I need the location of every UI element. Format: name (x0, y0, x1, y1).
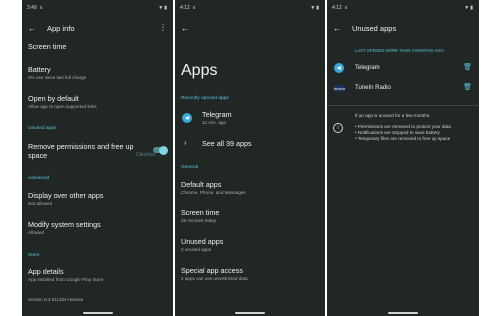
unused-app-tunein[interactable]: TuneIn Radio (355, 84, 473, 93)
special-app-access-item[interactable]: Special app access 2 apps can use unrest… (181, 266, 319, 282)
info-notifications: • Notifications are stopped to save batt… (355, 130, 440, 135)
telegram-icon (182, 113, 192, 123)
item-title: Open by default (28, 94, 79, 103)
separator (327, 105, 479, 106)
chevron-right-icon: › (184, 140, 187, 147)
info-permissions: • Permissions are removed to protect you… (355, 124, 451, 129)
item-subtitle: App installed from Google Play Store (28, 276, 104, 282)
item-subtitle: Allow app to open supported links (28, 103, 97, 109)
telegram-icon (334, 63, 344, 73)
display-over-item[interactable]: Display over other apps Not allowed (28, 191, 167, 207)
page-title: Unused apps (352, 24, 397, 33)
item-title: Unused apps (181, 237, 224, 246)
screen-time-item[interactable]: Screen time 26 minutes today (181, 208, 319, 224)
status-time: 4:12 (332, 5, 342, 11)
modify-settings-item[interactable]: Modify system settings Allowed (28, 220, 167, 236)
watermark: Ctechies (136, 152, 156, 158)
back-arrow-icon[interactable]: ← (28, 24, 36, 33)
info-intro: If an app is unused for a few months: (355, 113, 431, 118)
item-subtitle: 2 unused apps (181, 246, 212, 252)
info-temporary-files: • Temporary files are removed to free up… (355, 136, 451, 141)
wifi-battery-icon: ▼▮ (158, 5, 168, 11)
app-last-opened: 12 min. ago (202, 119, 227, 125)
app-details-item[interactable]: App details App installed from Google Pl… (28, 267, 167, 283)
version-text: version 6.3.611324-release (28, 297, 84, 302)
open-by-default-item[interactable]: Open by default Allow app to open suppor… (28, 94, 167, 110)
gesture-bar[interactable] (388, 312, 418, 314)
page-title: App info (47, 24, 75, 33)
item-subtitle: 2 apps can use unrestricted data (181, 275, 248, 281)
item-subtitle: Chrome, Phone, and Messages (181, 189, 246, 195)
section-general: General (181, 165, 199, 170)
section-advanced: Advanced (28, 176, 50, 181)
item-title: Modify system settings (28, 220, 101, 229)
screen-time-item[interactable]: Screen time (28, 42, 167, 52)
item-subtitle: Allowed (28, 229, 45, 235)
unused-app-telegram[interactable]: Telegram (355, 64, 473, 73)
app-name: Telegram (202, 110, 232, 119)
unused-apps-item[interactable]: Unused apps 2 unused apps (181, 237, 319, 253)
apps-screen: 4:12 5 ▼▮ ← Apps Recently opened apps Te… (175, 0, 325, 316)
tunein-icon: tunein (334, 85, 345, 92)
gesture-bar[interactable] (82, 312, 113, 314)
status-indicator: 5 (193, 5, 196, 10)
screenshot-composite: 3:49 5 ▼▮ ← App info ⋮ Screen time Batte… (0, 0, 499, 316)
status-indicator: 5 (345, 5, 348, 10)
status-bar: 4:12 5 ▼▮ (175, 0, 325, 16)
back-arrow-icon[interactable]: ← (333, 24, 341, 33)
see-all-label: See all 39 apps (202, 139, 252, 148)
more-options-icon[interactable]: ⋮ (159, 23, 167, 32)
default-apps-item[interactable]: Default apps Chrome, Phone, and Messages (181, 180, 319, 196)
item-subtitle: Not allowed (28, 200, 53, 206)
info-icon: i (333, 123, 343, 133)
status-bar: 3:49 5 ▼▮ (22, 0, 173, 16)
wifi-battery-icon: ▼▮ (464, 5, 474, 11)
app-info-screen: 3:49 5 ▼▮ ← App info ⋮ Screen time Batte… (22, 0, 173, 316)
item-title: Screen time (181, 208, 220, 217)
app-name: Telegram (355, 65, 380, 71)
status-time: 4:12 (180, 5, 190, 11)
item-title: Default apps (181, 180, 222, 189)
toggle-knob (159, 145, 168, 155)
item-title: Remove permissions and free up space (28, 142, 134, 160)
app-name: TuneIn Radio (355, 85, 391, 91)
battery-item[interactable]: Battery 0% use since last full charge (28, 65, 167, 81)
status-bar: 4:12 5 ▼▮ (327, 0, 479, 16)
status-time: 3:49 (27, 5, 37, 11)
section-recently-opened: Recently opened apps (181, 96, 229, 101)
delete-icon[interactable]: 🗑 (463, 63, 472, 71)
item-title: App details (28, 267, 64, 276)
see-all-apps-button[interactable]: See all 39 apps (202, 139, 319, 149)
recent-app-telegram[interactable]: Telegram 12 min. ago (202, 110, 319, 126)
item-title: Display over other apps (28, 191, 104, 200)
back-arrow-icon[interactable]: ← (181, 24, 189, 33)
item-subtitle: 26 minutes today (181, 217, 216, 223)
gesture-bar[interactable] (235, 312, 265, 314)
last-opened-header: LAST OPENED MORE THAN 3 MONTHS AGO (355, 48, 444, 53)
status-indicator: 5 (40, 5, 43, 10)
section-store: Store (28, 253, 40, 258)
item-title: Battery (28, 65, 51, 74)
unused-apps-screen: 4:12 5 ▼▮ ← Unused apps LAST OPENED MORE… (327, 0, 479, 316)
item-title: Special app access (181, 266, 243, 275)
remove-permissions-item[interactable]: Remove permissions and free up space (28, 142, 143, 160)
section-unused-apps: Unused apps (28, 126, 57, 131)
wifi-battery-icon: ▼▮ (310, 5, 320, 11)
page-title: Apps (181, 62, 218, 79)
delete-icon[interactable]: 🗑 (463, 83, 472, 91)
item-title: Screen time (28, 42, 67, 51)
item-subtitle: 0% use since last full charge (28, 74, 87, 80)
